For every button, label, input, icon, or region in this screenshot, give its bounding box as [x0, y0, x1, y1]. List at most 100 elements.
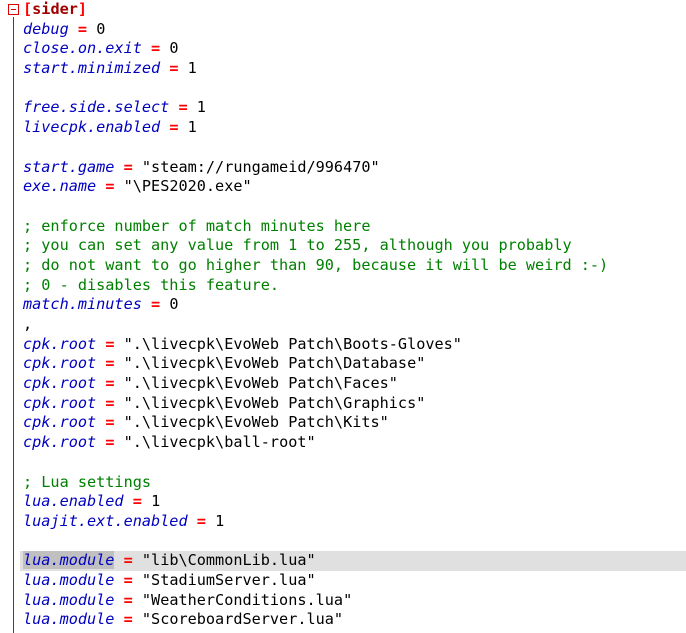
- config-value: "steam://rungameid/996470": [141, 157, 380, 176]
- blank-line[interactable]: [20, 79, 686, 99]
- comment-text: ; do not want to go higher than 90, beca…: [23, 255, 609, 274]
- assign-operator: =: [123, 551, 133, 570]
- assign-operator: =: [105, 354, 115, 373]
- code-line[interactable]: lua.module = "ScoreboardServer.lua": [20, 610, 686, 630]
- code-line[interactable]: ; 0 - disables this feature.: [20, 276, 686, 296]
- code-line[interactable]: match.minutes = 0: [20, 295, 686, 315]
- code-line[interactable]: cpk.root = ".\livecpk\EvoWeb Patch\Kits": [20, 413, 686, 433]
- assign-operator: =: [123, 610, 133, 629]
- comment-text: ; Lua settings: [23, 472, 152, 491]
- code-line[interactable]: ; Lua settings: [20, 473, 686, 493]
- code-line[interactable]: cpk.root = ".\livecpk\EvoWeb Patch\Datab…: [20, 354, 686, 374]
- assign-operator: =: [105, 393, 115, 412]
- config-value: 0: [169, 295, 179, 314]
- config-key: lua.module: [23, 570, 115, 589]
- comment-text: ; 0 - disables this feature.: [23, 275, 280, 294]
- section-line[interactable]: [sider]: [20, 0, 686, 20]
- blank-line[interactable]: [20, 138, 686, 158]
- assign-operator: =: [77, 19, 88, 38]
- config-value: 1: [196, 98, 206, 117]
- code-lines[interactable]: [sider] debug = 0 close.on.exit = 0 start.…: [20, 0, 686, 630]
- code-line[interactable]: start.minimized = 1: [20, 59, 686, 79]
- config-value: 1: [151, 492, 161, 511]
- config-key: cpk.root: [23, 433, 97, 452]
- config-value: 1: [187, 59, 197, 78]
- config-key: start.minimized: [23, 59, 161, 78]
- code-line[interactable]: luajit.ext.enabled = 1: [20, 512, 686, 532]
- code-line[interactable]: cpk.root = ".\livecpk\ball-root": [20, 433, 686, 453]
- config-value: 1: [187, 118, 197, 137]
- config-key: livecpk.enabled: [23, 118, 161, 137]
- blank-line[interactable]: [20, 197, 686, 217]
- assign-operator: =: [178, 98, 188, 117]
- code-line[interactable]: cpk.root = ".\livecpk\EvoWeb Patch\Faces…: [20, 374, 686, 394]
- code-line[interactable]: ; enforce number of match minutes here: [20, 217, 686, 237]
- config-key: luajit.ext.enabled: [23, 511, 188, 530]
- config-key: close.on.exit: [23, 39, 142, 58]
- code-line[interactable]: livecpk.enabled = 1: [20, 118, 686, 138]
- comment-text: ; you can set any value from 1 to 255, a…: [23, 236, 572, 255]
- code-line[interactable]: ; you can set any value from 1 to 255, a…: [20, 236, 686, 256]
- config-value: "ScoreboardServer.lua": [141, 610, 344, 629]
- config-key: cpk.root: [23, 334, 97, 353]
- config-key: match.minutes: [23, 295, 142, 314]
- assign-operator: =: [105, 334, 115, 353]
- code-line[interactable]: close.on.exit = 0: [20, 39, 686, 59]
- code-line[interactable]: ,: [20, 315, 686, 335]
- code-line[interactable]: lua.module = "StadiumServer.lua": [20, 571, 686, 591]
- code-line[interactable]: free.side.select = 1: [20, 98, 686, 118]
- code-line[interactable]: cpk.root = ".\livecpk\EvoWeb Patch\Boots…: [20, 335, 686, 355]
- config-value: "lib\CommonLib.lua": [141, 551, 316, 570]
- code-line[interactable]: ; do not want to go higher than 90, beca…: [20, 256, 686, 276]
- config-value: ".\livecpk\EvoWeb Patch\Boots-Gloves": [123, 334, 462, 353]
- code-line[interactable]: lua.module = "WeatherConditions.lua": [20, 591, 686, 611]
- config-key: start.game: [23, 157, 115, 176]
- fold-collapse-icon[interactable]: [8, 4, 19, 15]
- assign-operator: =: [123, 590, 133, 609]
- config-value: "StadiumServer.lua": [141, 570, 316, 589]
- config-key: lua.enabled: [23, 492, 124, 511]
- assign-operator: =: [132, 492, 142, 511]
- assign-operator: =: [123, 570, 133, 589]
- code-line[interactable]: lua.module = "lib\CommonLib.lua": [20, 551, 686, 571]
- config-value: ".\livecpk\EvoWeb Patch\Graphics": [123, 393, 426, 412]
- code-line[interactable]: cpk.root = ".\livecpk\EvoWeb Patch\Graph…: [20, 394, 686, 414]
- code-line[interactable]: lua.enabled = 1: [20, 492, 686, 512]
- config-key: debug: [23, 19, 69, 38]
- blank-line[interactable]: [20, 453, 686, 473]
- assign-operator: =: [151, 295, 161, 314]
- config-key: free.side.select: [23, 98, 170, 117]
- assign-operator: =: [169, 118, 179, 137]
- config-value: ".\livecpk\ball-root": [123, 433, 316, 452]
- blank-line[interactable]: [20, 532, 686, 552]
- config-key: cpk.root: [23, 413, 97, 432]
- config-value: 0: [169, 39, 179, 58]
- code-line[interactable]: debug = 0: [20, 20, 686, 40]
- config-key: cpk.root: [23, 374, 97, 393]
- fold-margin: [0, 0, 20, 633]
- config-key: lua.module: [23, 551, 115, 570]
- config-value: ".\livecpk\EvoWeb Patch\Database": [123, 354, 426, 373]
- assign-operator: =: [151, 39, 161, 58]
- fold-line: [13, 17, 14, 633]
- assign-operator: =: [196, 511, 206, 530]
- section-header: sider: [32, 0, 78, 18]
- assign-operator: =: [105, 374, 115, 393]
- config-value: "WeatherConditions.lua": [141, 590, 353, 609]
- text-editor[interactable]: [sider] debug = 0 close.on.exit = 0 start.…: [0, 0, 686, 633]
- config-key: cpk.root: [23, 354, 97, 373]
- config-value: ".\livecpk\EvoWeb Patch\Kits": [123, 413, 389, 432]
- code-line[interactable]: exe.name = "\PES2020.exe": [20, 177, 686, 197]
- config-key: cpk.root: [23, 393, 97, 412]
- assign-operator: =: [105, 433, 115, 452]
- assign-operator: =: [105, 413, 115, 432]
- config-value: 0: [96, 19, 106, 38]
- config-key: exe.name: [23, 177, 97, 196]
- code-line[interactable]: start.game = "steam://rungameid/996470": [20, 158, 686, 178]
- config-value: 1: [215, 511, 225, 530]
- assign-operator: =: [105, 177, 115, 196]
- plain-text: ,: [23, 315, 33, 333]
- config-key: lua.module: [23, 610, 115, 629]
- comment-text: ; enforce number of match minutes here: [23, 216, 371, 235]
- config-key: lua.module: [23, 590, 115, 609]
